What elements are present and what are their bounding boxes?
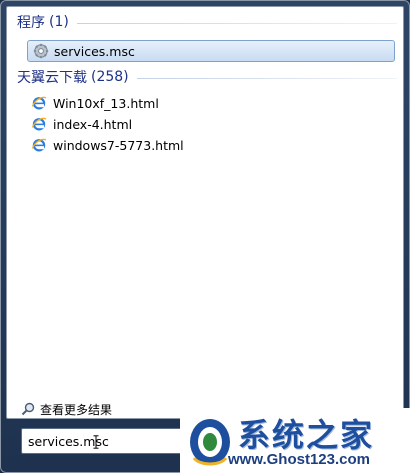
group-count: (258) [91, 69, 129, 85]
group-title: 天翼云下载 [17, 70, 87, 86]
ghost-logo-icon [190, 419, 230, 466]
result-item-label: windows7-5773.html [53, 137, 184, 153]
magnifier-icon [21, 402, 35, 416]
search-results-pane: 程序 (1) services.msc 天翼云下载 (258) Win10xf_… [6, 6, 404, 419]
result-item-html-file[interactable]: windows7-5773.html [27, 135, 184, 155]
group-header-downloads[interactable]: 天翼云下载 (258) [17, 67, 397, 87]
ie-html-icon [31, 95, 47, 111]
group-divider [136, 77, 397, 79]
group-header-programs[interactable]: 程序 (1) [17, 12, 397, 32]
text-cursor-icon [93, 435, 99, 449]
result-item-services-msc[interactable]: services.msc [27, 40, 395, 62]
watermark-url: www.Ghost123.com [228, 451, 370, 468]
watermark-title: 系统之家 [238, 416, 375, 454]
see-more-label: 查看更多结果 [40, 402, 113, 417]
services-gear-icon [33, 43, 49, 59]
start-menu-panel: 程序 (1) services.msc 天翼云下载 (258) Win10xf_… [0, 0, 410, 473]
result-item-label: services.msc [54, 43, 135, 59]
see-more-results-link[interactable]: 查看更多结果 [21, 400, 112, 418]
group-title: 程序 [17, 15, 45, 31]
ie-html-icon [31, 116, 47, 132]
result-item-html-file[interactable]: index-4.html [27, 114, 132, 134]
result-item-html-file[interactable]: Win10xf_13.html [27, 93, 159, 113]
watermark: 系统之家 www.Ghost123.com [180, 408, 410, 473]
group-count: (1) [49, 14, 69, 30]
group-divider [76, 22, 397, 24]
ie-html-icon [31, 137, 47, 153]
result-item-label: Win10xf_13.html [53, 95, 159, 111]
result-item-label: index-4.html [53, 116, 133, 132]
